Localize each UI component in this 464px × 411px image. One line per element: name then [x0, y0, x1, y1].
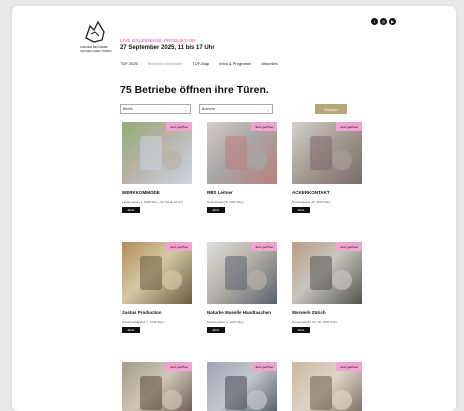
- chevron-down-icon: ⌄: [184, 107, 188, 112]
- nav-item-infos[interactable]: Infos & Programm: [219, 61, 251, 66]
- nav-item-map[interactable]: TÜF-Map: [192, 61, 209, 66]
- business-photo[interactable]: Jetzt geöffnet: [292, 362, 362, 411]
- business-address: Gumpendorfer Str. 40, 1060 Wien: [292, 320, 337, 324]
- status-badge: Jetzt geöffnet: [251, 362, 277, 371]
- status-badge: Jetzt geöffnet: [166, 122, 192, 131]
- more-button[interactable]: Mehr: [122, 327, 140, 333]
- nav-item-tuef-2025[interactable]: TÜF 2025: [120, 61, 138, 66]
- business-name: ACKERKONTAKT: [292, 190, 330, 195]
- status-badge: Jetzt geöffnet: [336, 122, 362, 131]
- status-badge: Jetzt geöffnet: [166, 362, 192, 371]
- business-photo[interactable]: Jetzt geöffnet: [292, 242, 362, 304]
- business-card[interactable]: Jetzt geöffnet Werwerk Zürich Gumpendorfer…: [292, 242, 362, 333]
- branch-select-label: Branche: [202, 107, 216, 111]
- business-card[interactable]: Jetzt geöffnet Naturke Muselle Handtasche…: [207, 242, 277, 333]
- business-card[interactable]: Jetzt geöffnet ACKERKONTAKT Neubaugasse 42…: [292, 122, 362, 213]
- nav-item-aktuelles[interactable]: Aktuelles: [261, 61, 277, 66]
- tagline: LIVE ERLEBNISSE PRODUKTION: [120, 38, 196, 43]
- more-button[interactable]: Mehr: [122, 207, 140, 213]
- business-address: Heinestraße 15, 1020 Wien: [207, 200, 244, 204]
- status-badge: Jetzt geöffnet: [251, 242, 277, 251]
- branch-select[interactable]: Branche ⌄: [199, 104, 273, 114]
- search-button[interactable]: Suchen: [315, 104, 347, 114]
- business-name: Naturke Muselle Handtaschen: [207, 310, 272, 315]
- business-address: Kirchengasse 3, 1070 Wien: [207, 320, 244, 324]
- status-badge: Jetzt geöffnet: [251, 122, 277, 131]
- business-card[interactable]: Jetzt geöffnet RBS Leitner Heinestraße 15,…: [207, 122, 277, 213]
- main-nav: TÜF 2025 Betriebe entdecken TÜF-Map Info…: [120, 61, 278, 66]
- business-name: RBS Leitner: [207, 190, 233, 195]
- business-address: Neubaugasse 42, 1070 Wien: [292, 200, 331, 204]
- chevron-down-icon: ⌄: [266, 107, 270, 112]
- instagram-icon[interactable]: ◎: [380, 18, 387, 25]
- more-button[interactable]: Mehr: [207, 327, 225, 333]
- business-name: Werwerk Zürich: [292, 310, 326, 315]
- logo-icon[interactable]: [82, 16, 108, 46]
- status-badge: Jetzt geöffnet: [336, 242, 362, 251]
- status-badge: Jetzt geöffnet: [166, 242, 192, 251]
- business-name: Justus Production: [122, 310, 162, 315]
- facebook-icon[interactable]: f: [371, 18, 378, 25]
- event-date: 27 September 2025, 11 bis 17 Uhr: [120, 45, 215, 51]
- business-photo[interactable]: Jetzt geöffnet: [122, 362, 192, 411]
- business-photo[interactable]: Jetzt geöffnet: [122, 122, 192, 184]
- business-photo[interactable]: Jetzt geöffnet: [122, 242, 192, 304]
- nav-item-betriebe[interactable]: Betriebe entdecken: [148, 61, 182, 66]
- more-button[interactable]: Mehr: [292, 207, 310, 213]
- business-card[interactable]: Jetzt geöffnet: [122, 362, 192, 411]
- business-address: Schleifmühlgasse 7, 1040 Wien: [122, 320, 165, 324]
- business-card[interactable]: Jetzt geöffnet WERKKOMMODE Lange Gasse 2, …: [122, 122, 192, 213]
- business-photo[interactable]: Jetzt geöffnet: [292, 122, 362, 184]
- more-button[interactable]: Mehr: [207, 207, 225, 213]
- business-photo[interactable]: Jetzt geöffnet: [207, 122, 277, 184]
- business-card[interactable]: Jetzt geöffnet Justus Production Schleifmü…: [122, 242, 192, 333]
- status-badge: Jetzt geöffnet: [336, 362, 362, 371]
- business-card[interactable]: Jetzt geöffnet: [292, 362, 362, 411]
- business-photo[interactable]: Jetzt geöffnet: [207, 242, 277, 304]
- district-select[interactable]: Bezirk ⌄: [120, 104, 191, 114]
- page-frame: WIENER BETRIEBE ÖFFNEN IHRE TÜREN LIVE E…: [12, 6, 456, 411]
- page-title: 75 Betriebe öffnen ihre Türen.: [120, 84, 269, 96]
- social-links: f ◎ ▶: [371, 18, 396, 25]
- more-button[interactable]: Mehr: [292, 327, 310, 333]
- business-name: WERKKOMMODE: [122, 190, 160, 195]
- business-address: Lange Gasse 2, 1080 Wien, Mo-Sa ab 10 Uh…: [122, 200, 183, 204]
- logo-text: WIENER BETRIEBE ÖFFNEN IHRE TÜREN: [80, 45, 112, 53]
- district-select-label: Bezirk: [123, 107, 133, 111]
- business-photo[interactable]: Jetzt geöffnet: [207, 362, 277, 411]
- youtube-icon[interactable]: ▶: [389, 18, 396, 25]
- business-card[interactable]: Jetzt geöffnet: [207, 362, 277, 411]
